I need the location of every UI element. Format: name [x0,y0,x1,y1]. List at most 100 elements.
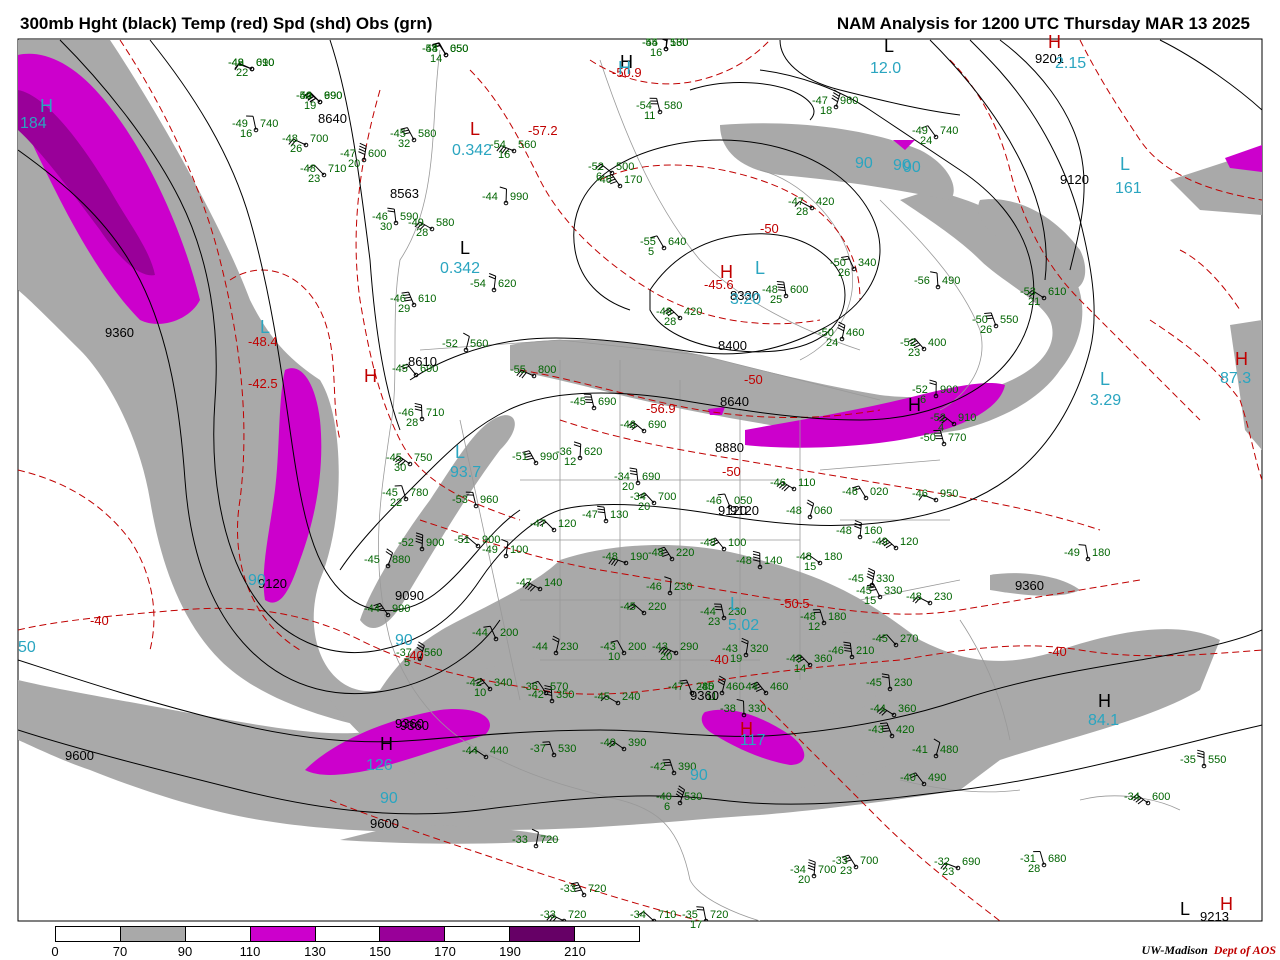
chart-title-left: 300mb Hght (black) Temp (red) Spd (shd) … [20,14,433,33]
obs-temp: -49 [872,536,888,548]
obs-height: 420 [816,196,834,208]
obs-height: 550 [1000,314,1018,326]
obs-temp: -49 [482,544,498,556]
obs-height: 990 [392,603,410,615]
obs-dewpoint: 20 [622,481,634,493]
obs-height: 100 [728,537,746,549]
speed-contour-label: 2.15 [1055,55,1086,72]
temp-contour-label: -50 [760,221,779,236]
legend-swatch [250,927,316,941]
obs-temp: -33 [540,909,556,921]
obs-temp: -45 [866,677,882,689]
obs-temp: -47 [668,681,684,693]
obs-height: 210 [856,645,874,657]
speed-contour-label: 161 [1115,180,1142,197]
obs-temp: -41 [912,744,928,756]
obs-height: 130 [610,509,628,521]
obs-temp: -45 [620,601,636,613]
obs-height: 240 [622,691,640,703]
obs-height: 900 [426,537,444,549]
obs-dewpoint: 17 [690,919,702,931]
obs-height: 050 [450,43,468,55]
obs-dewpoint: 26 [290,143,302,155]
obs-dewpoint: 15 [804,561,816,573]
obs-height: 740 [260,118,278,130]
obs-height: 060 [814,505,832,517]
legend-swatch [575,927,640,941]
obs-height: 180 [1092,547,1110,559]
obs-dewpoint: 4 [938,422,944,434]
obs-dewpoint: 11 [644,110,655,122]
obs-height: 800 [538,364,556,376]
credit-org: UW-Madison [1141,943,1208,957]
legend-swatch [315,927,381,941]
obs-temp: -45 [872,633,888,645]
obs-temp: -48 [228,57,244,69]
obs-dewpoint: 28 [1028,863,1040,875]
wind-barb-flag [662,32,668,35]
obs-height: 200 [628,641,646,653]
speed-contour-label: 50 [18,639,36,656]
obs-dewpoint: 24 [920,135,932,147]
obs-height: 620 [584,446,602,458]
obs-temp: -45 [848,573,864,585]
obs-height: 400 [928,337,946,349]
obs-height: 550 [1208,754,1226,766]
legend-tick-label: 70 [112,944,128,959]
obs-height: 610 [418,293,436,305]
obs-temp: -34 [630,909,646,921]
obs-temp: -48 [906,591,922,603]
speed-contour-label: 5.02 [728,617,759,634]
obs-height: 500 [616,161,634,173]
low-marker: L [1100,369,1110,389]
obs-height: 580 [418,128,436,140]
obs-temp: -46 [842,486,858,498]
legend-tick-label: 130 [304,944,326,959]
obs-temp: -48 [700,537,716,549]
obs-temp: -36 [522,681,538,693]
obs-height: 720 [710,909,728,921]
obs-dewpoint: 24 [826,337,838,349]
high-marker: H [1048,32,1061,52]
speed-contour-label: 90 [248,572,266,589]
obs-height: 700 [658,491,676,503]
obs-temp: -47 [582,509,598,521]
height-contour-label: 9120 [730,503,759,518]
legend-swatch [510,927,576,941]
obs-height: 580 [436,217,454,229]
legend-tick-label: 110 [239,944,261,959]
obs-height: 900 [940,384,958,396]
obs-height: 770 [948,432,966,444]
temp-contour-label: -50 [744,372,763,387]
height-contour-label: 9600 [370,816,399,831]
obs-height: 100 [510,544,528,556]
obs-temp: -44 [482,191,498,203]
obs-height: 720 [540,834,558,846]
temp-contour-label: -40 [1048,644,1067,659]
obs-temp: -33 [512,834,528,846]
wind-barb-flag [661,35,667,38]
obs-temp: -47 [530,518,546,530]
height-contour-label: 8610 [408,354,437,369]
obs-height: 220 [676,547,694,559]
obs-dewpoint: 16 [498,149,510,161]
obs-height: 560 [518,139,536,151]
legend-tick-label: 210 [564,944,586,959]
obs-height: 460 [846,327,864,339]
low-marker: L [730,594,740,614]
obs-height: 720 [588,883,606,895]
obs-height: 710 [328,163,346,175]
obs-height: 530 [684,791,702,803]
height-contour-label: 9360 [105,325,134,340]
height-contour-label: 8880 [715,440,744,455]
obs-dewpoint: 30 [394,462,406,474]
obs-height: 110 [798,477,816,489]
height-contour-label: 8640 [318,111,347,126]
obs-dewpoint: 28 [406,417,418,429]
low-marker: L [1180,899,1190,919]
obs-temp: -47 [516,577,532,589]
obs-height: 960 [840,95,858,107]
obs-temp: -44 [532,641,548,653]
speed-contour-label: 126 [366,757,393,774]
obs-height: 170 [624,174,642,186]
